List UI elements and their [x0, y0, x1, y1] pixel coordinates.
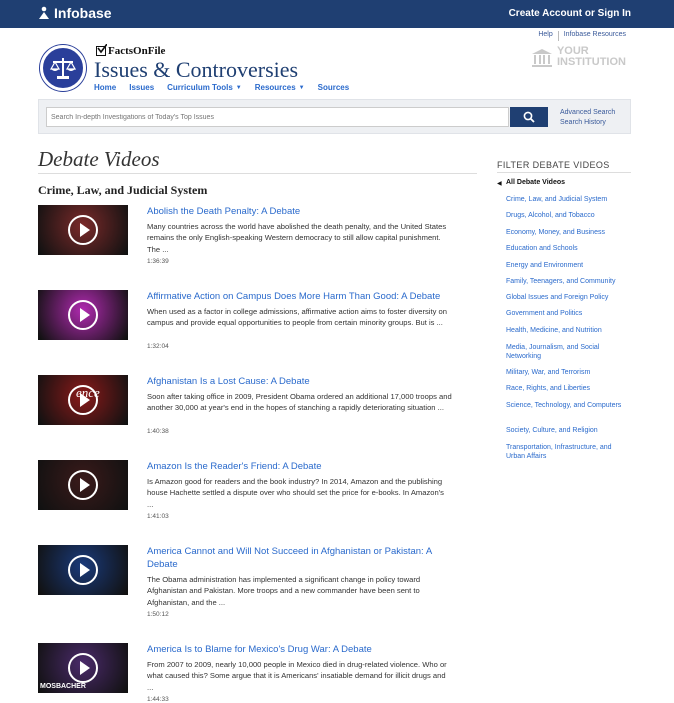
advanced-search-link[interactable]: Advanced Search — [560, 108, 615, 118]
search-history-link[interactable]: Search History — [560, 118, 615, 128]
filter-item[interactable]: Economy, Money, and Business — [506, 229, 631, 238]
divider — [38, 173, 477, 174]
institution-line2: INSTITUTION — [556, 56, 626, 68]
search-icon — [523, 111, 535, 123]
infobase-logo[interactable]: Infobase — [38, 5, 112, 21]
video-description: Soon after taking office in 2009, Presid… — [147, 392, 452, 413]
filter-item[interactable]: Government and Politics — [506, 310, 631, 319]
top-bar: Infobase Create Account or Sign In — [0, 0, 674, 28]
justice-scales-logo[interactable] — [40, 45, 86, 91]
video-description: Many countries across the world have abo… — [147, 222, 447, 254]
nav-home-label: Home — [94, 83, 117, 92]
nav-sources[interactable]: Sources — [318, 83, 350, 92]
nav-curriculum-tools[interactable]: Curriculum Tools ▼ — [167, 83, 242, 92]
factsonfile-logo: FactsOnFile — [96, 44, 166, 57]
filter-item[interactable]: Society, Culture, and Religion — [506, 427, 631, 436]
filter-item[interactable]: Family, Teenagers, and Community — [506, 278, 631, 287]
video-thumbnail[interactable] — [38, 545, 128, 595]
video-description: From 2007 to 2009, nearly 10,000 people … — [147, 660, 447, 692]
video-thumbnail[interactable]: MOSBACHER — [38, 643, 128, 693]
video-description: Is Amazon good for readers and the book … — [147, 477, 444, 509]
search-input[interactable] — [46, 107, 509, 127]
video-duration: 1:50:12 — [147, 611, 169, 618]
scales-icon — [50, 58, 76, 79]
institution-building-icon — [531, 49, 552, 67]
publisher-name: FactsOnFile — [108, 45, 166, 57]
video-thumbnail[interactable] — [38, 460, 128, 510]
main-nav: Home Issues Curriculum Tools ▼ Resources ▼… — [94, 83, 349, 92]
filter-item[interactable]: All Debate Videos — [506, 179, 631, 188]
play-icon — [68, 555, 98, 585]
video-title-link[interactable]: America Cannot and Will Not Succeed in A… — [147, 545, 447, 571]
video-thumbnail[interactable]: ence — [38, 375, 128, 425]
play-icon — [68, 300, 98, 330]
video-title-link[interactable]: Afghanistan Is a Lost Cause: A Debate — [147, 375, 447, 388]
utility-links: Help Infobase Resources — [533, 31, 631, 41]
filter-title: FILTER DEBATE VIDEOS — [497, 160, 610, 170]
filter-item[interactable]: Education and Schools — [506, 245, 631, 254]
filter-item[interactable]: Global Issues and Foreign Policy — [506, 294, 631, 303]
chevron-down-icon: ▼ — [235, 84, 242, 91]
filter-item[interactable]: Energy and Environment — [506, 262, 631, 271]
section-title: Crime, Law, and Judicial System — [38, 183, 208, 197]
play-icon — [68, 653, 98, 683]
video-duration: 1:44:33 — [147, 696, 169, 703]
filter-item[interactable]: Health, Medicine, and Nutrition — [506, 327, 631, 336]
video-title-link[interactable]: Amazon Is the Reader's Friend: A Debate — [147, 460, 447, 473]
video-duration: 1:32:04 — [147, 343, 169, 350]
video-title-link[interactable]: America Is to Blame for Mexico's Drug Wa… — [147, 643, 447, 656]
checkbox-icon — [96, 44, 107, 56]
video-duration: 1:41:03 — [147, 513, 169, 520]
help-link[interactable]: Help — [533, 31, 557, 41]
nav-home[interactable]: Home — [94, 83, 116, 92]
filter-item[interactable]: Science, Technology, and Computers — [506, 402, 631, 411]
video-title-link[interactable]: Abolish the Death Penalty: A Debate — [147, 205, 447, 218]
play-icon — [68, 215, 98, 245]
create-account-sign-in-link[interactable]: Create Account or Sign In — [509, 8, 631, 19]
filter-item[interactable]: Transportation, Infrastructure, and Urba… — [506, 444, 631, 461]
nav-resources-label: Resources — [254, 83, 296, 92]
thumbnail-caption: ence — [76, 385, 100, 400]
play-icon — [68, 470, 98, 500]
filter-item[interactable]: Race, Rights, and Liberties — [506, 385, 631, 394]
nav-sources-label: Sources — [317, 83, 350, 92]
video-duration: 1:40:38 — [147, 428, 169, 435]
video-thumbnail[interactable] — [38, 205, 128, 255]
thumbnail-caption: MOSBACHER — [40, 683, 86, 690]
video-description: The Obama administration has implemented… — [147, 575, 421, 607]
filter-item[interactable]: Military, War, and Terrorism — [506, 369, 631, 378]
nav-issues-label: Issues — [129, 83, 155, 92]
institution-logo: YOUR INSTITUTION — [531, 46, 626, 68]
search-button[interactable] — [510, 107, 548, 127]
divider — [497, 172, 631, 173]
video-title-link[interactable]: Affirmative Action on Campus Does More H… — [147, 290, 447, 303]
search-bar: Advanced Search Search History — [38, 99, 631, 134]
filter-item[interactable]: Drugs, Alcohol, and Tobacco — [506, 212, 631, 221]
nav-issues[interactable]: Issues — [129, 83, 154, 92]
search-options: Advanced Search Search History — [560, 108, 615, 128]
infobase-logo-icon — [39, 6, 49, 19]
site-title[interactable]: Issues & Controversies — [94, 57, 298, 83]
infobase-logo-text: Infobase — [54, 5, 112, 21]
nav-resources[interactable]: Resources ▼ — [255, 83, 305, 92]
page-title: Debate Videos — [38, 147, 160, 171]
filter-item[interactable]: Media, Journalism, and Social Networking — [506, 344, 631, 361]
video-duration: 1:36:39 — [147, 258, 169, 265]
nav-curriculum-tools-label: Curriculum Tools — [167, 83, 233, 92]
active-arrow-icon: ◀ — [497, 181, 502, 187]
infobase-resources-link[interactable]: Infobase Resources — [559, 31, 631, 41]
chevron-down-icon: ▼ — [298, 84, 305, 91]
filter-item[interactable]: Crime, Law, and Judicial System — [506, 196, 631, 205]
video-thumbnail[interactable] — [38, 290, 128, 340]
video-description: When used as a factor in college admissi… — [147, 307, 447, 328]
